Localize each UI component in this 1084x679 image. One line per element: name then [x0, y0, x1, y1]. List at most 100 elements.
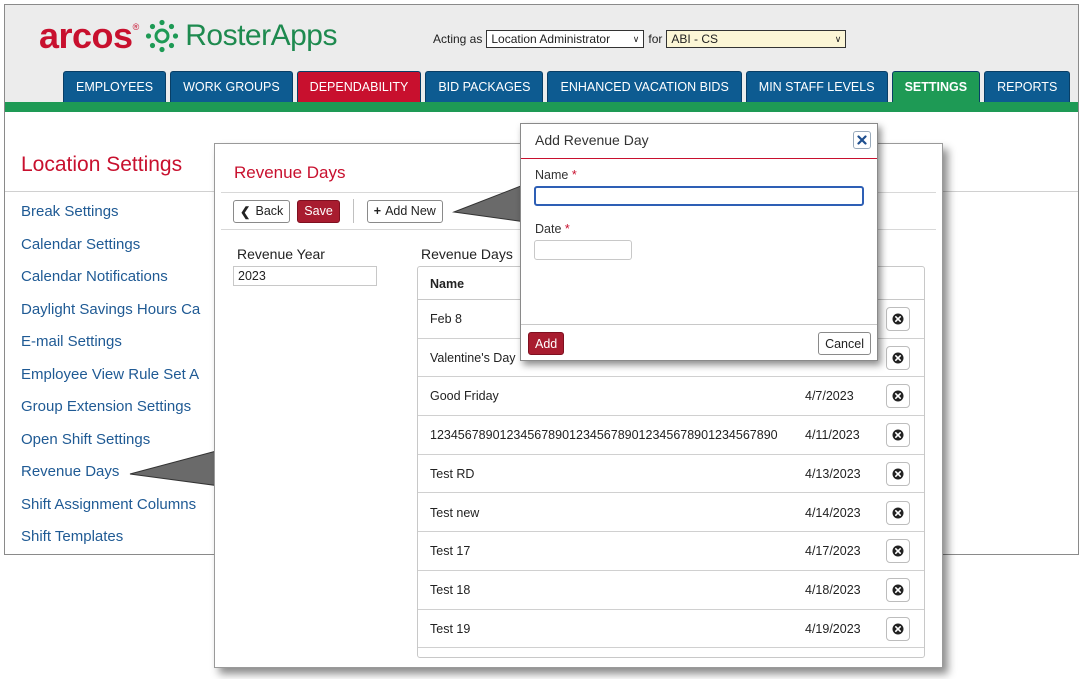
main-nav: EMPLOYEES WORK GROUPS DEPENDABILITY BID …: [63, 71, 1071, 102]
tab-label: REPORTS: [997, 80, 1058, 94]
settings-link-break[interactable]: Break Settings: [21, 203, 200, 236]
settings-link-shift-templates[interactable]: Shift Templates: [21, 528, 200, 554]
settings-link-daylight-savings[interactable]: Daylight Savings Hours Ca: [21, 301, 200, 334]
logo-trademark: ®: [132, 22, 140, 32]
delete-row-button[interactable]: [886, 539, 910, 564]
add-new-button[interactable]: + Add New: [366, 199, 443, 223]
revenue-year-input[interactable]: 2023: [233, 266, 377, 286]
settings-link-group-extension[interactable]: Group Extension Settings: [21, 398, 200, 431]
settings-link-calendar[interactable]: Calendar Settings: [21, 236, 200, 269]
tab-label: WORK GROUPS: [183, 80, 280, 94]
name-label-text: Name: [535, 168, 569, 182]
name-field-label: Name *: [535, 168, 577, 182]
row-name: Test 17: [430, 544, 471, 559]
role-select-value: Location Administrator: [491, 32, 611, 46]
close-button[interactable]: [853, 131, 871, 149]
tab-employees[interactable]: EMPLOYEES: [63, 71, 167, 102]
delete-row-button[interactable]: [886, 461, 910, 486]
table-row: Test RD 4/13/2023: [418, 455, 924, 494]
for-label: for: [648, 32, 663, 46]
remove-circle-icon: [892, 507, 904, 518]
tab-enhanced-vacation-bids[interactable]: ENHANCED VACATION BIDS: [547, 71, 742, 102]
close-icon: [857, 135, 867, 145]
table-row: Test 19 4/19/2023: [418, 610, 924, 649]
chevron-down-icon: ∨: [632, 33, 640, 44]
delete-row-button[interactable]: [886, 384, 910, 409]
dialog-header: Add Revenue Day: [521, 124, 877, 159]
cancel-button[interactable]: Cancel: [818, 332, 871, 355]
callout-arrow: [452, 183, 527, 223]
app-header: arcos ® RosterApps Acting as Location Ad…: [5, 5, 1078, 102]
row-date: 4/17/2023: [805, 544, 861, 559]
chevron-left-icon: ❮: [240, 204, 251, 219]
plus-icon: +: [373, 204, 382, 218]
row-name: Good Friday: [430, 389, 499, 404]
row-date: 4/7/2023: [805, 389, 854, 404]
tab-dependability[interactable]: DEPENDABILITY: [296, 71, 422, 102]
tab-label: BID PACKAGES: [438, 80, 531, 94]
delete-row-button[interactable]: [886, 423, 910, 448]
add-revenue-day-dialog: Add Revenue Day Name * Date * Add Cancel: [520, 123, 878, 361]
settings-link-calendar-notifications[interactable]: Calendar Notifications: [21, 268, 200, 301]
table-row: Good Friday 4/7/2023: [418, 377, 924, 417]
name-input[interactable]: [534, 186, 864, 206]
tab-label: SETTINGS: [904, 80, 968, 94]
location-settings-list: Break Settings Calendar Settings Calenda…: [21, 203, 200, 554]
acting-as-bar: Acting as Location Administrator ∨ for A…: [433, 30, 847, 48]
delete-row-button[interactable]: [886, 500, 910, 525]
back-button[interactable]: ❮ Back: [233, 199, 291, 223]
required-marker: *: [571, 168, 577, 182]
remove-circle-icon: [892, 352, 904, 364]
table-row: Test new 4/14/2023: [418, 494, 924, 533]
tab-work-groups[interactable]: WORK GROUPS: [170, 71, 293, 102]
date-input[interactable]: [534, 240, 632, 260]
table-row: Test 18 4/18/2023: [418, 571, 924, 610]
panel-title: Revenue Days: [234, 163, 346, 182]
row-name: Test new: [430, 505, 480, 520]
tab-label: EMPLOYEES: [76, 80, 154, 94]
tab-label: MIN STAFF LEVELS: [758, 80, 875, 94]
save-button[interactable]: Save: [297, 199, 340, 223]
settings-link-shift-assignment-columns[interactable]: Shift Assignment Columns: [21, 496, 200, 529]
settings-link-employee-view-rule-set[interactable]: Employee View Rule Set A: [21, 366, 200, 399]
tab-min-staff-levels[interactable]: MIN STAFF LEVELS: [745, 71, 888, 102]
save-button-label: Save: [304, 204, 333, 218]
logo-rosterapps-text: RosterApps: [185, 19, 337, 52]
remove-circle-icon: [892, 545, 904, 557]
nav-underline-bar: [5, 102, 1078, 112]
date-label-text: Date: [535, 222, 562, 236]
delete-row-button[interactable]: [886, 577, 910, 602]
delete-row-button[interactable]: [886, 616, 910, 641]
callout-arrow: [129, 449, 221, 487]
delete-row-button[interactable]: [886, 307, 910, 331]
remove-circle-icon: [892, 429, 904, 441]
tab-label: ENHANCED VACATION BIDS: [560, 80, 729, 94]
location-select[interactable]: ABI - CS ∨: [666, 30, 847, 48]
add-button[interactable]: Add: [528, 332, 565, 355]
row-date: 4/14/2023: [805, 505, 861, 520]
remove-circle-icon: [892, 584, 904, 596]
row-name: Feb 8: [430, 312, 462, 326]
tab-settings[interactable]: SETTINGS: [891, 71, 981, 102]
delete-row-button[interactable]: [886, 345, 910, 370]
tab-bid-packages[interactable]: BID PACKAGES: [425, 71, 544, 102]
back-button-label: Back: [255, 204, 284, 218]
role-select[interactable]: Location Administrator ∨: [486, 30, 645, 48]
date-field-label: Date *: [535, 222, 570, 236]
toolbar-divider: [352, 199, 354, 223]
remove-circle-icon: [892, 390, 904, 402]
divider: [521, 324, 877, 325]
cancel-button-label: Cancel: [825, 336, 864, 351]
location-select-value: ABI - CS: [671, 32, 719, 46]
settings-link-email[interactable]: E-mail Settings: [21, 333, 200, 366]
row-name: Valentine's Day: [430, 350, 516, 365]
tab-reports[interactable]: REPORTS: [984, 71, 1071, 102]
remove-circle-icon: [892, 623, 904, 635]
add-new-button-label: Add New: [385, 204, 436, 218]
revenue-days-label: Revenue Days: [421, 246, 513, 262]
add-button-label: Add: [535, 336, 558, 351]
row-name: Test 18: [430, 582, 471, 597]
page-title: Location Settings: [21, 153, 183, 176]
required-marker: *: [564, 222, 570, 236]
panel-toolbar: ❮ Back Save + Add New: [233, 199, 443, 223]
